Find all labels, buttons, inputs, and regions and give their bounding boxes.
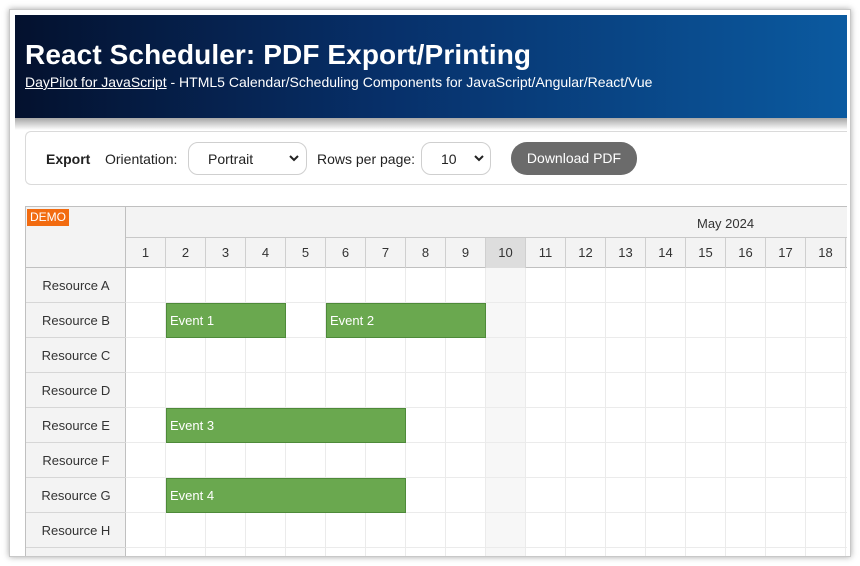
day-header-cell: 11	[526, 238, 566, 268]
day-header-cell: 18	[806, 238, 846, 268]
day-header-cell: 17	[766, 238, 806, 268]
grid-vline	[765, 268, 766, 556]
browser-frame: React Scheduler: PDF Export/Printing Day…	[9, 9, 851, 557]
orientation-select[interactable]: Portrait	[188, 142, 307, 175]
grid-vline	[645, 268, 646, 556]
resource-row-header: Resource A	[26, 268, 126, 303]
day-header-cell: 2	[166, 238, 206, 268]
day-header-cell: 6	[326, 238, 366, 268]
day-header-cell: 13	[606, 238, 646, 268]
grid-vline	[725, 268, 726, 556]
scheduler-grid[interactable]: Event 1 Event 2 Event 3 Event 4	[126, 268, 847, 556]
rows-per-page-value: 10	[441, 151, 457, 167]
day-header-cell: 10	[486, 238, 526, 268]
grid-vline	[565, 268, 566, 556]
page-header: React Scheduler: PDF Export/Printing Day…	[15, 15, 847, 118]
day-header-cell: 3	[206, 238, 246, 268]
day-header-cell: 15	[686, 238, 726, 268]
event-bar[interactable]: Event 2	[326, 303, 486, 338]
day-header-cell: 1	[126, 238, 166, 268]
grid-hline	[126, 372, 847, 373]
rows-per-page-label: Rows per page:	[317, 151, 416, 167]
grid-vline	[525, 268, 526, 556]
grid-vline	[685, 268, 686, 556]
export-label: Export	[46, 151, 91, 167]
resource-row-header: Resource H	[26, 513, 126, 548]
daypilot-link[interactable]: DayPilot for JavaScript	[25, 74, 167, 90]
header-shadow	[15, 118, 847, 130]
chevron-down-icon	[289, 155, 299, 162]
day-header-cell: 16	[726, 238, 766, 268]
rows-per-page-select[interactable]: 10	[421, 142, 491, 175]
grid-vline	[805, 268, 806, 556]
day-header-cell: 7	[366, 238, 406, 268]
day-header: 1 2 3 4 5 6 7 8 9 10 11 12 13 14 15 16 17 18	[126, 238, 847, 268]
page-title: React Scheduler: PDF Export/Printing	[25, 39, 532, 70]
resource-row-header: Resource B	[26, 303, 126, 338]
today-column	[486, 268, 526, 556]
event-bar[interactable]: Event 1	[166, 303, 286, 338]
orientation-label: Orientation:	[105, 151, 178, 167]
day-header-cell: 14	[646, 238, 686, 268]
resource-row-header: Resource E	[26, 408, 126, 443]
day-header-cell: 5	[286, 238, 326, 268]
page-subtitle: DayPilot for JavaScript - HTML5 Calendar…	[25, 74, 652, 90]
scheduler: DEMO May 2024 1 2 3 4 5 6 7 8 9 10 11 12 13 14 15 16 17 1…	[25, 206, 847, 556]
grid-vline	[845, 268, 846, 556]
day-header-cell: 12	[566, 238, 606, 268]
resource-row-header: Resource F	[26, 443, 126, 478]
day-header-cell: 4	[246, 238, 286, 268]
resource-column: Resource A Resource B Resource C Resource D…	[26, 268, 126, 556]
subtitle-text: - HTML5 Calendar/Scheduling Components f…	[166, 74, 653, 90]
download-pdf-button[interactable]: Download PDF	[511, 142, 637, 175]
chevron-down-icon	[474, 155, 484, 162]
grid-vline	[605, 268, 606, 556]
grid-hline	[126, 547, 847, 548]
month-label: May 2024	[697, 216, 755, 231]
event-bar[interactable]: Event 3	[166, 408, 406, 443]
resource-row-header: Resource D	[26, 373, 126, 408]
scheduler-corner: DEMO	[26, 207, 126, 268]
resource-row-header: Resource G	[26, 478, 126, 513]
demo-badge: DEMO	[27, 209, 69, 226]
orientation-value: Portrait	[208, 151, 254, 167]
month-header: May 2024	[126, 207, 847, 238]
day-header-cell: 8	[406, 238, 446, 268]
export-toolbar: Export Orientation: Portrait Rows per pa…	[25, 131, 847, 185]
resource-row-header: Resource C	[26, 338, 126, 373]
day-header-cell: 9	[446, 238, 486, 268]
event-bar[interactable]: Event 4	[166, 478, 406, 513]
